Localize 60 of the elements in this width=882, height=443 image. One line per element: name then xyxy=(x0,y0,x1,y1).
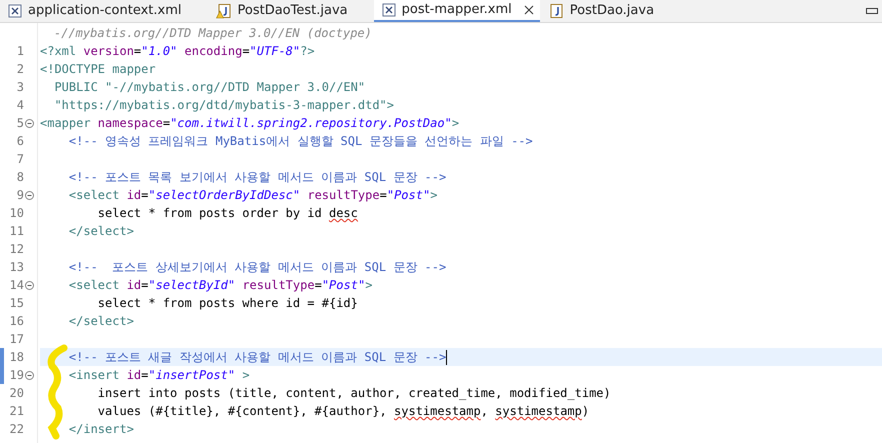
editor-tab[interactable]: application-context.xml xyxy=(0,0,208,22)
line-number: 5 xyxy=(16,115,24,132)
line-number: 18 xyxy=(8,349,24,366)
code-line: <!DOCTYPE mapper xyxy=(40,61,156,78)
line-number: 16 xyxy=(8,313,24,330)
collapse-icon[interactable] xyxy=(25,118,34,128)
line-number: 10 xyxy=(8,205,24,222)
code-line: </insert> xyxy=(68,421,134,438)
tab-label: PostDao.java xyxy=(570,2,654,20)
text-cursor xyxy=(446,350,448,364)
editor-tab[interactable]: PostDaoTest.java xyxy=(208,0,374,22)
code-line: <insert id="insertPost" > xyxy=(68,367,250,384)
collapse-icon[interactable] xyxy=(25,370,34,380)
doctype-hint: -//mybatis.org//DTD Mapper 3.0//EN (doctype) xyxy=(53,24,372,42)
code-line: <!-- 포스트 상세보기에서 사용할 메서드 이름과 SQL 문장 --> xyxy=(68,259,446,276)
code-line: insert into posts (title, content, author, created_time, modified_time) xyxy=(96,385,611,402)
line-number: 19 xyxy=(8,367,24,384)
xml-file-icon xyxy=(382,3,396,17)
line-number: 13 xyxy=(8,259,24,276)
code-line: PUBLIC "-//mybatis.org//DTD Mapper 3.0//EN" xyxy=(53,79,366,96)
line-number: 8 xyxy=(16,169,24,186)
code-line: <mapper namespace="com.itwill.spring2.repository.PostDao"> xyxy=(40,115,460,132)
code-line: </select> xyxy=(68,223,134,240)
code-line: values (#{title}, #{content}, #{author}, systimestamp, systimestamp) xyxy=(96,403,590,420)
java-file-icon xyxy=(548,4,564,18)
code-line: <!-- 포스트 새글 작성에서 사용할 메서드 이름과 SQL 문장 --> xyxy=(68,349,446,366)
line-number: 7 xyxy=(16,151,24,168)
line-number: 17 xyxy=(8,331,24,348)
code-line: <select id="selectById" resultType="Post"> xyxy=(68,277,372,294)
line-number: 6 xyxy=(16,133,24,150)
code-line: select * from posts where id = #{id} xyxy=(96,295,358,312)
code-line: "https://mybatis.org/dtd/mybatis-3-mapper.dtd"> xyxy=(53,97,394,114)
line-number: 9 xyxy=(16,187,24,204)
minimize-icon[interactable] xyxy=(866,8,878,14)
code-line: <!-- 포스트 목록 보기에서 사용할 메서드 이름과 SQL 문장 --> xyxy=(68,169,446,186)
line-number: 12 xyxy=(8,241,24,258)
editor-tab[interactable]: PostDao.java xyxy=(540,0,680,22)
tab-label: post-mapper.xml xyxy=(402,1,512,20)
editor-tab[interactable]: post-mapper.xml xyxy=(374,0,540,22)
line-number: 20 xyxy=(8,385,24,402)
line-number: 22 xyxy=(8,421,24,438)
line-number: 3 xyxy=(16,79,24,96)
code-line: <?xml version="1.0" encoding="UTF-8"?> xyxy=(40,43,315,60)
line-number: 1 xyxy=(16,43,24,60)
collapse-icon[interactable] xyxy=(25,280,34,290)
tab-label: application-context.xml xyxy=(28,2,182,20)
line-number: 14 xyxy=(8,277,24,294)
code-line: <!-- 영속성 프레임워크 MyBatis에서 실행할 SQL 문장들을 선언하는 파일 --> xyxy=(68,133,533,150)
tab-label: PostDaoTest.java xyxy=(238,2,348,20)
line-number: 11 xyxy=(8,223,24,240)
code-line: select * from posts order by id desc xyxy=(96,205,358,222)
code-line: <select id="selectOrderByIdDesc" resultType="Post"> xyxy=(68,187,438,204)
xml-file-icon xyxy=(8,4,22,18)
code-line: </select> xyxy=(68,313,134,330)
collapse-icon[interactable] xyxy=(25,190,34,200)
line-number: 2 xyxy=(16,61,24,78)
line-number: 4 xyxy=(16,97,24,114)
line-number: 21 xyxy=(8,403,24,420)
line-number: 15 xyxy=(8,295,24,312)
close-icon[interactable] xyxy=(524,5,534,15)
